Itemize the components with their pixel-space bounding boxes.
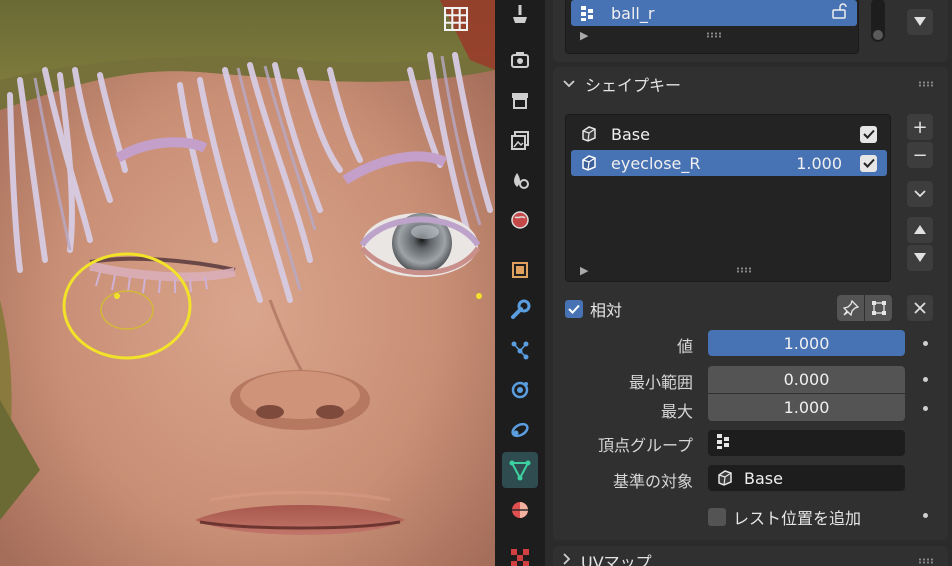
properties-tab-bar [495,0,545,566]
chevron-right-icon [563,553,571,566]
uv-maps-header[interactable]: UVマップ [553,546,948,566]
shape-lock-pin-button[interactable] [837,295,864,321]
edit-mode-display-button[interactable] [865,295,892,321]
scene-icon[interactable] [502,162,538,198]
shape-key-name: eyeclose_R [611,153,701,173]
constraints-icon[interactable] [502,412,538,448]
physics-icon[interactable] [502,372,538,408]
clear-shape-keys-button[interactable] [907,295,933,321]
modifier-wrench-icon[interactable] [502,292,538,328]
relative-checkbox[interactable]: 相対 [565,297,622,321]
shape-key-mute-checkbox[interactable] [860,125,877,143]
panel-drag-grip[interactable] [918,558,934,564]
panel-title: シェイプキー [585,76,682,95]
world-icon[interactable] [502,202,538,238]
value-slider[interactable]: 1.000 [708,330,905,356]
vertex-group-field[interactable] [708,430,905,456]
viewport-grid-icon[interactable] [444,7,476,39]
tool-icon[interactable] [502,0,538,32]
list-resize-grip[interactable] [706,32,722,38]
add-shape-key-button[interactable]: + [907,114,933,140]
move-down-button[interactable] [907,245,933,271]
vertex-group-item[interactable]: ball_r [571,0,857,26]
viewport-render [0,0,495,566]
shape-key-mute-checkbox[interactable] [860,154,877,172]
shape-key-specials-menu[interactable] [907,181,933,207]
list-scrollbar[interactable] [871,0,885,42]
shape-key-list[interactable]: Base eyeclose_R 1.000 ▶ [565,114,891,282]
shape-key-icon [579,124,599,144]
keyframe-dot-icon[interactable] [923,341,928,346]
shape-key-value[interactable]: 1.000 [796,154,842,173]
lock-icon[interactable] [831,3,849,23]
material-icon[interactable] [502,492,538,528]
add-rest-position-label: レスト位置を追加 [733,509,862,528]
range-min-field[interactable]: 0.000 [708,366,905,393]
relative-to-value: Base [744,468,783,488]
shape-key-item[interactable]: Base [571,121,887,147]
particles-icon[interactable] [502,332,538,368]
move-up-button[interactable] [907,217,933,243]
panel-title: UVマップ [581,553,652,566]
vertex-group-icon [716,432,734,454]
render-icon[interactable] [502,42,538,78]
checkbox-unchecked-icon [708,508,726,526]
relative-to-field[interactable]: Base [708,465,905,491]
properties-editor: ball_r ▶ シェイプキー Base eyeclose_R 1.000 ▶ … [553,0,952,566]
shape-key-icon [716,469,734,487]
vertex-group-icon [579,3,599,23]
relative-label: 相対 [590,301,623,320]
remove-shape-key-button[interactable]: − [907,142,933,168]
vertex-group-list[interactable]: ball_r ▶ [565,0,859,54]
add-rest-position-checkbox[interactable]: レスト位置を追加 [708,505,861,529]
keyframe-dot-icon[interactable] [923,377,928,382]
vertex-groups-panel: ball_r ▶ [553,0,948,62]
shape-keys-panel: シェイプキー Base eyeclose_R 1.000 ▶ + − 相対 値 … [553,67,948,540]
relative-to-label: 基準の対象 [612,472,693,491]
max-field[interactable]: 1.000 [708,394,905,421]
checkbox-checked-icon [565,300,583,318]
object-icon[interactable] [502,252,538,288]
keyframe-dot-icon[interactable] [923,406,928,411]
list-expand-icon[interactable]: ▶ [580,29,588,42]
list-expand-icon[interactable]: ▶ [580,264,588,277]
vertex-group-label: 頂点グループ [597,436,693,455]
range-min-label: 最小範囲 [628,373,693,392]
view-layer-icon[interactable] [502,122,538,158]
vertex-group-name: ball_r [611,3,655,23]
uv-maps-panel: UVマップ [553,546,948,566]
shape-key-name: Base [611,124,650,144]
shape-key-icon [579,153,599,173]
keyframe-dot-icon[interactable] [923,513,928,518]
max-label: 最大 [660,402,693,421]
panel-drag-grip[interactable] [918,81,934,87]
chevron-down-icon [563,77,575,92]
move-down-button[interactable] [907,9,933,35]
object-data-mesh-icon[interactable] [502,452,538,488]
shape-keys-header[interactable]: シェイプキー [553,67,948,101]
list-resize-grip[interactable] [736,267,752,273]
value-label: 値 [676,337,693,356]
3d-viewport[interactable] [0,0,495,566]
texture-icon[interactable] [502,540,538,566]
output-icon[interactable] [502,82,538,118]
shape-key-item-selected[interactable]: eyeclose_R 1.000 [571,150,887,176]
